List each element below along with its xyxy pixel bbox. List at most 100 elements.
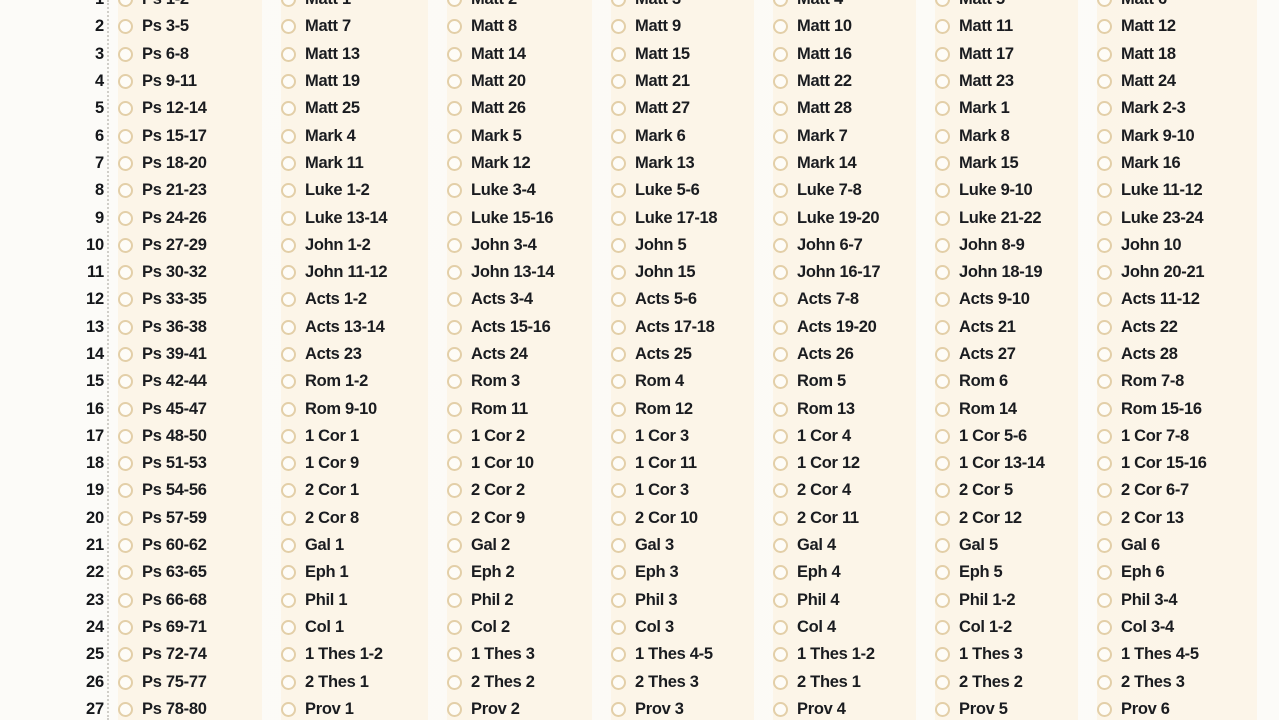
checkbox-circle-icon[interactable] xyxy=(1097,538,1112,554)
checkbox-circle-icon[interactable] xyxy=(611,456,626,472)
checkbox-circle-icon[interactable] xyxy=(447,183,462,199)
checkbox-circle-icon[interactable] xyxy=(611,647,626,663)
checkbox-circle-icon[interactable] xyxy=(935,237,950,253)
checkbox-circle-icon[interactable] xyxy=(611,265,626,281)
checkbox-circle-icon[interactable] xyxy=(611,210,626,226)
checkbox-circle-icon[interactable] xyxy=(611,483,626,499)
checkbox-circle-icon[interactable] xyxy=(118,428,133,444)
checkbox-circle-icon[interactable] xyxy=(773,538,788,554)
checkbox-circle-icon[interactable] xyxy=(281,592,296,608)
checkbox-circle-icon[interactable] xyxy=(1097,674,1112,690)
checkbox-circle-icon[interactable] xyxy=(447,538,462,554)
checkbox-circle-icon[interactable] xyxy=(935,0,950,8)
checkbox-circle-icon[interactable] xyxy=(773,374,788,390)
checkbox-circle-icon[interactable] xyxy=(935,374,950,390)
checkbox-circle-icon[interactable] xyxy=(1097,128,1112,144)
checkbox-circle-icon[interactable] xyxy=(447,374,462,390)
checkbox-circle-icon[interactable] xyxy=(935,483,950,499)
checkbox-circle-icon[interactable] xyxy=(773,128,788,144)
checkbox-circle-icon[interactable] xyxy=(447,510,462,526)
checkbox-circle-icon[interactable] xyxy=(1097,483,1112,499)
checkbox-circle-icon[interactable] xyxy=(773,701,788,717)
checkbox-circle-icon[interactable] xyxy=(447,428,462,444)
checkbox-circle-icon[interactable] xyxy=(773,592,788,608)
checkbox-circle-icon[interactable] xyxy=(611,128,626,144)
checkbox-circle-icon[interactable] xyxy=(773,347,788,362)
checkbox-circle-icon[interactable] xyxy=(611,374,626,390)
checkbox-circle-icon[interactable] xyxy=(118,210,133,226)
checkbox-circle-icon[interactable] xyxy=(935,701,950,717)
checkbox-circle-icon[interactable] xyxy=(118,674,133,690)
checkbox-circle-icon[interactable] xyxy=(281,401,296,417)
checkbox-circle-icon[interactable] xyxy=(281,19,296,35)
checkbox-circle-icon[interactable] xyxy=(1097,0,1112,8)
checkbox-circle-icon[interactable] xyxy=(447,155,462,171)
checkbox-circle-icon[interactable] xyxy=(611,428,626,444)
checkbox-circle-icon[interactable] xyxy=(611,74,626,90)
checkbox-circle-icon[interactable] xyxy=(447,319,462,335)
checkbox-circle-icon[interactable] xyxy=(773,674,788,690)
checkbox-circle-icon[interactable] xyxy=(118,619,133,635)
checkbox-circle-icon[interactable] xyxy=(773,619,788,635)
checkbox-circle-icon[interactable] xyxy=(118,483,133,499)
checkbox-circle-icon[interactable] xyxy=(935,265,950,281)
checkbox-circle-icon[interactable] xyxy=(611,592,626,608)
checkbox-circle-icon[interactable] xyxy=(773,0,788,8)
checkbox-circle-icon[interactable] xyxy=(1097,265,1112,281)
checkbox-circle-icon[interactable] xyxy=(611,19,626,35)
checkbox-circle-icon[interactable] xyxy=(281,347,296,362)
checkbox-circle-icon[interactable] xyxy=(447,674,462,690)
checkbox-circle-icon[interactable] xyxy=(773,483,788,499)
checkbox-circle-icon[interactable] xyxy=(935,292,950,308)
checkbox-circle-icon[interactable] xyxy=(118,510,133,526)
checkbox-circle-icon[interactable] xyxy=(118,46,133,62)
checkbox-circle-icon[interactable] xyxy=(1097,428,1112,444)
checkbox-circle-icon[interactable] xyxy=(935,155,950,171)
checkbox-circle-icon[interactable] xyxy=(447,101,462,117)
checkbox-circle-icon[interactable] xyxy=(447,265,462,281)
checkbox-circle-icon[interactable] xyxy=(935,456,950,472)
checkbox-circle-icon[interactable] xyxy=(118,74,133,90)
checkbox-circle-icon[interactable] xyxy=(118,647,133,663)
checkbox-circle-icon[interactable] xyxy=(447,619,462,635)
checkbox-circle-icon[interactable] xyxy=(281,237,296,253)
checkbox-circle-icon[interactable] xyxy=(1097,319,1112,335)
checkbox-circle-icon[interactable] xyxy=(773,19,788,35)
checkbox-circle-icon[interactable] xyxy=(935,183,950,199)
checkbox-circle-icon[interactable] xyxy=(447,0,462,8)
checkbox-circle-icon[interactable] xyxy=(118,456,133,472)
checkbox-circle-icon[interactable] xyxy=(118,155,133,171)
checkbox-circle-icon[interactable] xyxy=(447,592,462,608)
checkbox-circle-icon[interactable] xyxy=(118,592,133,608)
checkbox-circle-icon[interactable] xyxy=(118,128,133,144)
checkbox-circle-icon[interactable] xyxy=(1097,510,1112,526)
checkbox-circle-icon[interactable] xyxy=(773,265,788,281)
checkbox-circle-icon[interactable] xyxy=(118,183,133,199)
checkbox-circle-icon[interactable] xyxy=(773,401,788,417)
checkbox-circle-icon[interactable] xyxy=(773,292,788,308)
checkbox-circle-icon[interactable] xyxy=(773,456,788,472)
checkbox-circle-icon[interactable] xyxy=(447,647,462,663)
checkbox-circle-icon[interactable] xyxy=(1097,19,1112,35)
checkbox-circle-icon[interactable] xyxy=(447,19,462,35)
checkbox-circle-icon[interactable] xyxy=(447,347,462,362)
checkbox-circle-icon[interactable] xyxy=(447,46,462,62)
checkbox-circle-icon[interactable] xyxy=(1097,619,1112,635)
checkbox-circle-icon[interactable] xyxy=(281,701,296,717)
checkbox-circle-icon[interactable] xyxy=(281,183,296,199)
checkbox-circle-icon[interactable] xyxy=(1097,347,1112,362)
checkbox-circle-icon[interactable] xyxy=(773,101,788,117)
checkbox-circle-icon[interactable] xyxy=(118,701,133,717)
checkbox-circle-icon[interactable] xyxy=(1097,374,1112,390)
checkbox-circle-icon[interactable] xyxy=(935,347,950,362)
checkbox-circle-icon[interactable] xyxy=(118,319,133,335)
checkbox-circle-icon[interactable] xyxy=(447,128,462,144)
checkbox-circle-icon[interactable] xyxy=(118,565,133,581)
checkbox-circle-icon[interactable] xyxy=(935,128,950,144)
checkbox-circle-icon[interactable] xyxy=(773,237,788,253)
checkbox-circle-icon[interactable] xyxy=(611,510,626,526)
checkbox-circle-icon[interactable] xyxy=(118,0,133,8)
checkbox-circle-icon[interactable] xyxy=(611,674,626,690)
checkbox-circle-icon[interactable] xyxy=(118,538,133,554)
checkbox-circle-icon[interactable] xyxy=(1097,183,1112,199)
